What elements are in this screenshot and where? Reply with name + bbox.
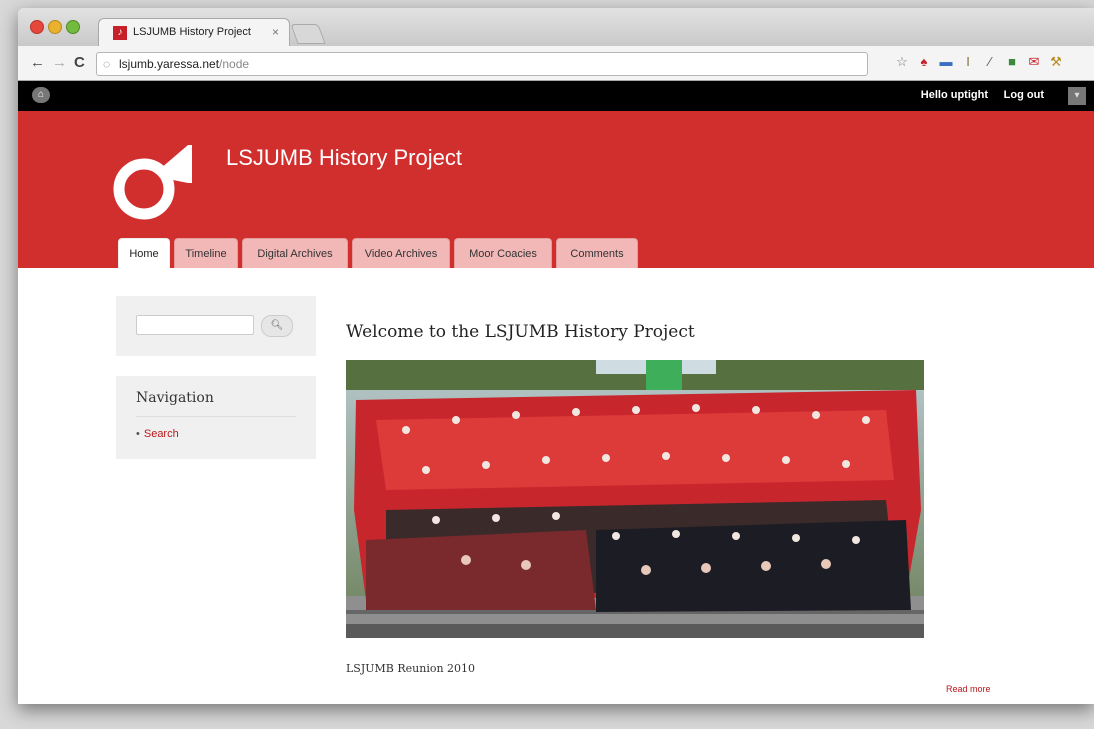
gmail-extension-icon[interactable]: ✉ xyxy=(1026,54,1042,70)
site-header: LSJUMB History Project Home Timeline Dig… xyxy=(18,111,1094,269)
pen-extension-icon[interactable]: ⁄ xyxy=(982,54,998,70)
bookmark-star-icon[interactable]: ☆ xyxy=(894,54,910,70)
bullet-icon: • xyxy=(136,428,140,440)
search-input[interactable] xyxy=(136,315,254,335)
admin-toolbar: ⌂ Hello uptight Log out ▾ xyxy=(18,81,1094,111)
tab-strip: ♪ LSJUMB History Project × xyxy=(18,8,1094,47)
browser-tab[interactable]: ♪ LSJUMB History Project × xyxy=(98,18,290,47)
url-path: /node xyxy=(219,57,250,71)
toolbar-toggle-icon[interactable]: ▾ xyxy=(1068,87,1086,105)
tab-title: LSJUMB History Project xyxy=(133,26,251,38)
tab-comments[interactable]: Comments xyxy=(556,238,638,269)
page-info-icon[interactable]: ◌ xyxy=(103,53,110,75)
search-block: 🔍︎ xyxy=(116,296,316,356)
page-title[interactable]: Welcome to the LSJUMB History Project xyxy=(346,322,695,342)
tab-moor-coacies[interactable]: Moor Coacies xyxy=(454,238,552,269)
divider xyxy=(136,416,296,417)
tab-digital-archives[interactable]: Digital Archives xyxy=(242,238,348,269)
lastpass-extension-icon[interactable]: ♠ xyxy=(916,54,932,70)
wrench-menu-icon[interactable]: ⚒ xyxy=(1048,54,1064,70)
site-name[interactable]: LSJUMB History Project xyxy=(226,145,462,171)
horn-logo-icon[interactable] xyxy=(108,139,200,221)
reunion-photo[interactable] xyxy=(346,360,924,638)
navigation-block: Navigation • Search xyxy=(116,376,316,459)
search-button[interactable]: 🔍︎ xyxy=(261,315,293,337)
tab-video-archives[interactable]: Video Archives xyxy=(352,238,450,269)
address-bar[interactable]: ◌ lsjumb.yaressa.net/node xyxy=(96,52,868,76)
read-more-link[interactable]: Read more xyxy=(946,684,991,694)
user-greeting-link[interactable]: Hello uptight xyxy=(921,89,988,101)
photo-caption: LSJUMB Reunion 2010 xyxy=(346,662,476,675)
search-link[interactable]: Search xyxy=(144,428,179,440)
url-text: lsjumb.yaressa.net/node xyxy=(119,53,249,75)
evernote-extension-icon[interactable]: ■ xyxy=(1004,54,1020,70)
maximize-window-button[interactable] xyxy=(66,20,80,34)
close-window-button[interactable] xyxy=(30,20,44,34)
forward-arrow-icon[interactable]: → xyxy=(52,54,67,71)
tab-timeline[interactable]: Timeline xyxy=(174,238,238,269)
site-favicon-icon: ♪ xyxy=(113,26,127,40)
browser-toolbar: ← → C ◌ lsjumb.yaressa.net/node ☆ ♠ ▬ I … xyxy=(18,46,1094,81)
back-arrow-icon[interactable]: ← xyxy=(30,54,45,71)
tab-close-icon[interactable]: × xyxy=(272,25,279,39)
new-tab-button[interactable] xyxy=(290,24,326,44)
logout-link[interactable]: Log out xyxy=(1004,89,1044,101)
navigation-title: Navigation xyxy=(136,390,214,406)
tab-home[interactable]: Home xyxy=(118,238,170,269)
url-host: lsjumb.yaressa.net xyxy=(119,57,220,71)
home-icon[interactable]: ⌂ xyxy=(32,87,50,103)
instapaper-extension-icon[interactable]: I xyxy=(960,54,976,70)
browser-window: ♪ LSJUMB History Project × ← → C ◌ lsjum… xyxy=(18,8,1094,704)
reunion-photo-image xyxy=(346,360,924,638)
minimize-window-button[interactable] xyxy=(48,20,62,34)
dash-extension-icon[interactable]: ▬ xyxy=(938,54,954,70)
nav-item-search: • Search xyxy=(136,428,179,440)
search-icon: 🔍︎ xyxy=(270,320,284,331)
reload-icon[interactable]: C xyxy=(74,54,85,71)
main-content: 🔍︎ Navigation • Search Welcome to the LSJ… xyxy=(18,268,1094,704)
